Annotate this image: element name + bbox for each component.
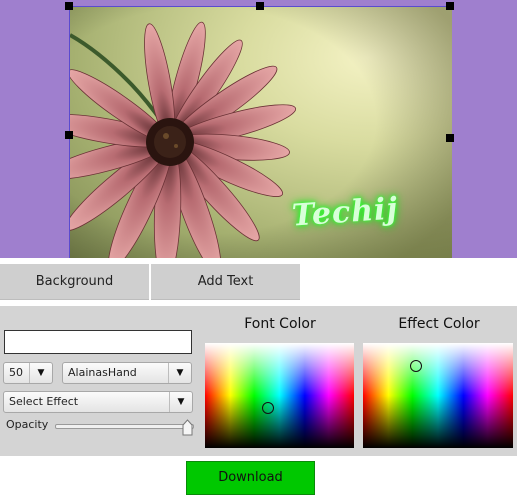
add-text-tab[interactable]: Add Text <box>151 264 300 300</box>
chevron-down-icon: ▼ <box>168 363 191 383</box>
effect-value: Select Effect <box>9 395 79 408</box>
effect-color-label: Effect Color <box>398 316 480 332</box>
watermark-text[interactable]: Techij <box>291 191 399 233</box>
opacity-label: Opacity <box>6 418 49 431</box>
editor-canvas: Techij <box>0 0 517 258</box>
font-family-select[interactable]: AlainasHand ▼ <box>62 362 192 384</box>
text-input[interactable] <box>4 330 192 354</box>
font-size-select[interactable]: 50 ▼ <box>3 362 53 384</box>
font-color-picker[interactable] <box>205 343 354 448</box>
font-color-label: Font Color <box>244 316 316 332</box>
opacity-slider-thumb[interactable] <box>182 419 193 436</box>
font-family-value: AlainasHand <box>68 366 137 379</box>
chevron-down-icon: ▼ <box>169 392 192 412</box>
effect-color-marker[interactable] <box>410 360 422 372</box>
font-color-marker[interactable] <box>262 402 274 414</box>
effect-color-picker[interactable] <box>363 343 513 448</box>
background-tab[interactable]: Background <box>0 264 149 300</box>
chevron-down-icon: ▼ <box>29 363 52 383</box>
opacity-slider-track[interactable] <box>55 424 194 429</box>
background-image[interactable]: Techij <box>69 6 452 258</box>
font-size-value: 50 <box>9 366 23 379</box>
download-button[interactable]: Download <box>186 461 315 495</box>
effect-select[interactable]: Select Effect ▼ <box>3 391 193 413</box>
